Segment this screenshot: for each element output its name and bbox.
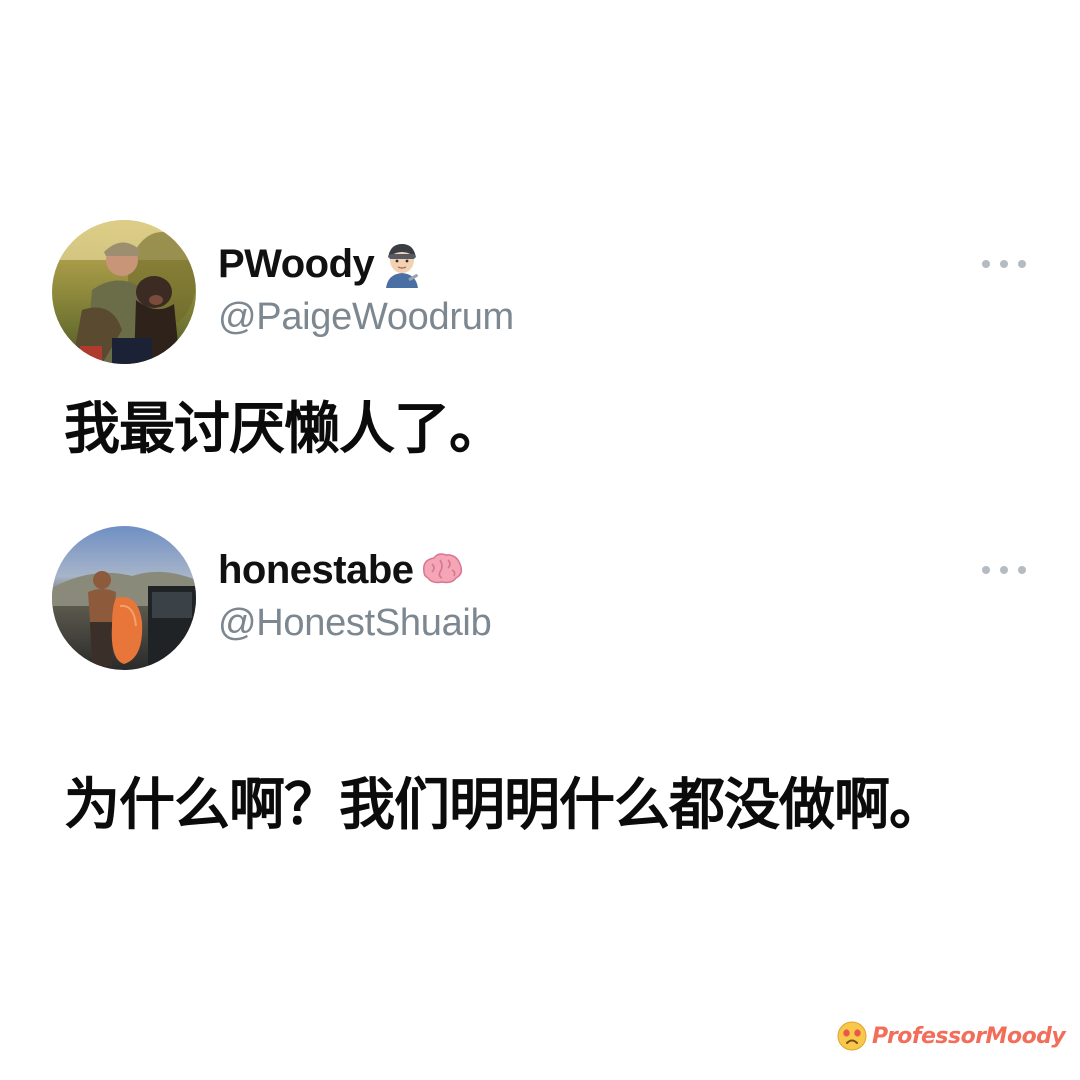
more-horizontal-icon [1018,260,1026,268]
watermark-text: ProfessorMoody [872,1023,1066,1049]
sad-face-emoji-icon [836,1020,868,1052]
woman-mechanic-emoji-icon [378,240,426,288]
handle[interactable]: @HonestShuaib [218,600,492,646]
watermark: ProfessorMoody [836,1016,1066,1056]
more-horizontal-icon [1018,566,1026,574]
more-options-button[interactable] [982,254,1026,274]
tweet-text: 我最讨厌懒人了。 [64,397,505,460]
more-horizontal-icon [982,566,990,574]
avatar[interactable] [52,220,196,364]
brain-emoji-icon [418,546,466,594]
handle[interactable]: @PaigeWoodrum [218,294,514,340]
display-name[interactable]: honestabe [218,546,414,594]
more-horizontal-icon [1000,566,1008,574]
avatar-photo [52,526,196,670]
display-name[interactable]: PWoody [218,240,375,288]
name-row: PWoody [218,240,426,288]
more-horizontal-icon [1000,260,1008,268]
more-options-button[interactable] [982,560,1026,580]
name-row: honestabe [218,546,466,594]
tweet-text: 为什么啊？我们明明什么都没做啊。 [64,773,945,836]
more-horizontal-icon [982,260,990,268]
avatar-photo [52,220,196,364]
avatar[interactable] [52,526,196,670]
